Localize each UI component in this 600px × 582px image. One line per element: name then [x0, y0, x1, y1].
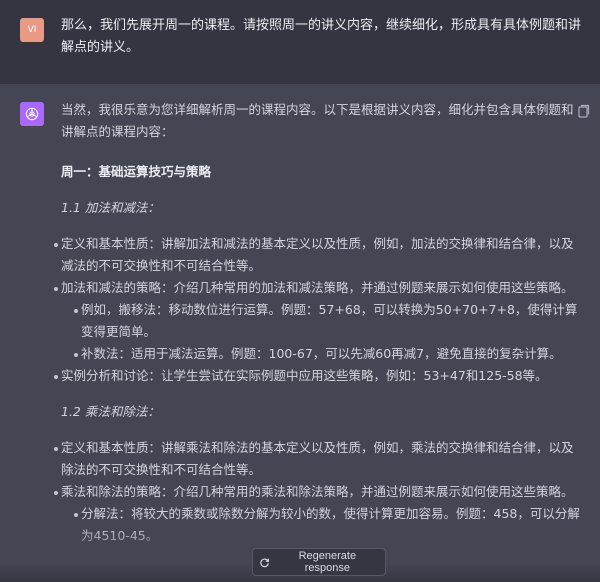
sub-list-item: 分解法：将较大的乘数或除数分解为较小的数，使得计算更加容易。例题：458，可以分… [74, 503, 581, 547]
regenerate-label: Regenerate response [298, 550, 357, 574]
assistant-intro: 当然，我很乐意为您详细解析周一的课程内容。以下是根据讲义内容，细化并包含具体例题… [61, 102, 574, 139]
regenerate-response-button[interactable]: Regenerate response [252, 548, 386, 576]
openai-logo-icon [25, 107, 39, 121]
sub-list: 分解法：将较大的乘数或除数分解为较小的数，使得计算更加容易。例题：458，可以分… [61, 503, 581, 547]
sub-list-item: 例如，搬移法：移动数位进行运算。例题：57+68，可以转换为50+70+7+8，… [74, 299, 581, 343]
section-title: 1.1 加法和减法： [61, 200, 160, 215]
user-avatar: VI [20, 18, 44, 42]
refresh-icon [260, 558, 269, 567]
assistant-message-content: 当然，我很乐意为您详细解析周一的课程内容。以下是根据讲义内容，细化并包含具体例题… [54, 99, 581, 547]
list-item: 实例分析和讨论：让学生尝试在实际例题中应用这些策略，例如：53+47和125-5… [54, 365, 581, 387]
user-message-row: VI 那么，我们先展开周一的课程。请按照周一的讲义内容，继续细化，形成具有具体例… [0, 0, 600, 84]
section-list: 定义和基本性质：讲解乘法和除法的基本定义以及性质，例如，乘法的交换律和结合律，以… [54, 437, 581, 547]
user-message-text: 那么，我们先展开周一的课程。请按照周一的讲义内容，继续细化，形成具有具体例题和讲… [61, 18, 582, 55]
section-title: 1.2 乘法和除法： [61, 404, 160, 419]
assistant-message-row: 当然，我很乐意为您详细解析周一的课程内容。以下是根据讲义内容，细化并包含具体例题… [0, 84, 600, 582]
list-item: 加法和减法的策略：介绍几种常用的加法和减法策略，并通过例题来展示如何使用这些策略… [54, 277, 581, 365]
list-item: 定义和基本性质：讲解乘法和除法的基本定义以及性质，例如，乘法的交换律和结合律，以… [54, 437, 581, 481]
lesson-heading: 周一：基础运算技巧与策略 [61, 164, 212, 179]
sub-list-item: 补数法：适用于减法运算。例题：100-67，可以先减60再减7，避免直接的复杂计… [74, 343, 581, 365]
section-list: 定义和基本性质：讲解加法和减法的基本定义以及性质，例如，加法的交换律和结合律，以… [54, 233, 581, 387]
assistant-avatar [20, 102, 44, 126]
list-item: 乘法和除法的策略：介绍几种常用的乘法和除法策略，并通过例题来展示如何使用这些策略… [54, 481, 581, 547]
sub-list: 例如，搬移法：移动数位进行运算。例题：57+68，可以转换为50+70+7+8，… [61, 299, 581, 365]
list-item: 定义和基本性质：讲解加法和减法的基本定义以及性质，例如，加法的交换律和结合律，以… [54, 233, 581, 277]
